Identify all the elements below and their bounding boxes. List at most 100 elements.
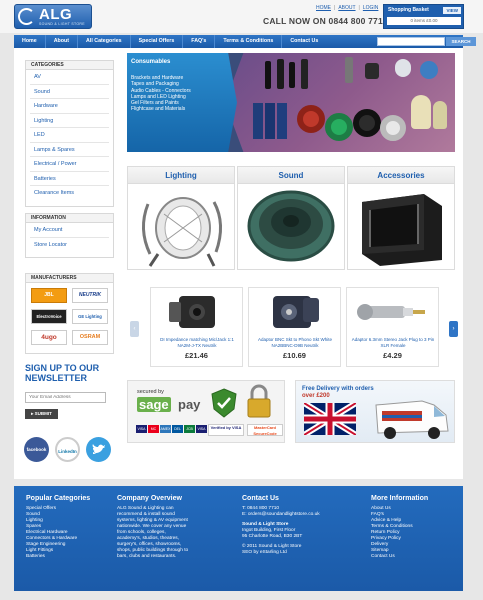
footer-popular-categories: Popular Categories Special Offers Sound … <box>26 495 90 560</box>
manufacturer-neutrik-logo[interactable]: NEUTRIK <box>72 288 108 303</box>
shopping-basket[interactable]: Shopping Basket VIEW 0 items £0.00 <box>383 4 464 29</box>
product-description[interactable]: Adaptor BNC Skt to Phono Skt White NA2BB… <box>251 337 339 348</box>
amex-card-icon: AMEX <box>160 425 171 433</box>
twitter-icon[interactable] <box>86 437 111 462</box>
call-now: CALL NOW ON 0844 800 7710 <box>263 16 388 26</box>
top-link-home[interactable]: HOME <box>316 5 331 11</box>
footer: Popular Categories Special Offers Sound … <box>14 486 463 591</box>
category-box-title: Lighting <box>128 167 234 184</box>
product-price: £21.46 <box>185 351 208 360</box>
category-box-lighting[interactable]: Lighting <box>127 166 235 270</box>
facebook-icon[interactable]: facebook <box>24 437 49 462</box>
visa-electron-icon: VISA <box>196 425 207 433</box>
delivery-van-icon <box>375 400 449 439</box>
speaker-cone-icon <box>247 190 335 262</box>
copyright-line[interactable]: SEO by eStarling Ltd <box>242 550 320 556</box>
footer-link[interactable]: Batteries <box>26 554 90 560</box>
category-box-sound[interactable]: Sound <box>237 166 345 270</box>
sagepay-banner[interactable]: secured by sage pay VISA MC AMEX DEL JCB… <box>127 380 285 443</box>
category-hardware[interactable]: Hardware <box>30 99 109 114</box>
category-lamps-spares[interactable]: Lamps & Spares <box>30 143 109 157</box>
logo[interactable]: ALG SOUND & LIGHT STORE <box>14 4 92 29</box>
free-delivery-banner[interactable]: Free Delivery with orders over £200 <box>295 380 455 443</box>
nav-contact[interactable]: Contact Us <box>282 35 326 48</box>
category-electrical-power[interactable]: Electrical / Power <box>30 157 109 172</box>
hero-banner[interactable]: Consumables Brackets and Hardware Tapes … <box>127 53 455 152</box>
footer-contact: Contact Us T: 0844 800 7710 E: orders@so… <box>242 495 320 556</box>
manufacturer-jbl-logo[interactable]: JBL <box>31 288 67 303</box>
contact-email[interactable]: E: orders@soundandlightstore.co.uk <box>242 512 320 518</box>
mastercard-icon: MC <box>148 425 159 433</box>
category-clearance[interactable]: Clearance Items <box>30 186 109 201</box>
manufacturers-title: MANUFACTURERS <box>26 274 113 283</box>
newsletter-title-line1: SIGN UP TO OUR <box>25 363 100 373</box>
newsletter-email-input[interactable] <box>25 392 106 403</box>
logo-swirl-icon <box>18 8 35 25</box>
hero-item[interactable]: Audio Cables - Connectors <box>131 88 191 94</box>
padlock-icon <box>247 384 271 418</box>
search-input[interactable] <box>377 37 445 46</box>
mastercard-securecode-badge: MasterCard SecureCode <box>247 424 283 436</box>
hero-item[interactable]: Flightcase and Materials <box>131 106 191 112</box>
logo-text: ALG <box>39 6 73 23</box>
nav-about[interactable]: About <box>46 35 79 48</box>
category-box-accessories[interactable]: Accessories <box>347 166 455 270</box>
delta-card-icon: DEL <box>172 425 183 433</box>
twitter-bird-icon <box>92 444 105 454</box>
carousel-prev-button[interactable]: ‹ <box>130 321 139 337</box>
nav-home[interactable]: Home <box>14 35 46 48</box>
bnc-adaptor-icon <box>273 296 319 328</box>
manufacturer-ge-lighting-logo[interactable]: GE Lighting <box>72 309 108 324</box>
union-jack-flag-icon <box>304 403 356 435</box>
nav-all-categories[interactable]: All Categories <box>78 35 131 48</box>
category-lighting[interactable]: Lighting <box>30 114 109 128</box>
footer-heading: Company Overview <box>117 495 182 502</box>
rack-case-icon <box>362 194 442 266</box>
info-store-locator[interactable]: Store Locator <box>30 238 109 253</box>
delivery-line2: over £200 <box>302 393 330 399</box>
jack-xlr-adaptor-icon <box>357 304 425 320</box>
category-sound[interactable]: Sound <box>30 85 109 99</box>
overview-line: bars, clubs and restaurants. <box>117 554 177 559</box>
manufacturer-electrovoice-logo[interactable]: ElectroVoice <box>31 309 67 324</box>
footer-link[interactable]: Contact Us <box>371 554 428 560</box>
info-my-account[interactable]: My Account <box>30 223 109 238</box>
linkedin-icon[interactable]: LinkedIn <box>55 437 80 462</box>
footer-heading: More Information <box>371 495 429 502</box>
product-description[interactable]: Adaptor 6.3mm Stereo Jack Plug to 3 Pin … <box>349 337 437 348</box>
hero-heading[interactable]: Consumables <box>131 59 170 65</box>
separator: | <box>334 5 336 11</box>
footer-heading: Popular Categories <box>26 495 91 502</box>
footer-heading: Contact Us <box>242 495 279 502</box>
logo-tagline: SOUND & LIGHT STORE <box>39 22 85 26</box>
manufacturers-box: MANUFACTURERS JBL NEUTRIK ElectroVoice G… <box>25 273 114 354</box>
categories-title: CATEGORIES <box>26 61 113 70</box>
header: ALG SOUND & LIGHT STORE HOME | ABOUT | L… <box>0 0 483 33</box>
top-link-about[interactable]: ABOUT <box>338 5 355 11</box>
nav-special-offers[interactable]: Special Offers <box>131 35 184 48</box>
search-button[interactable]: SEARCH <box>446 37 476 46</box>
product-description[interactable]: DI Impedance matching Mic/Jack 1:1 NA2M-… <box>153 337 241 348</box>
manufacturer-4ugo-logo[interactable]: 4ugo <box>31 330 67 345</box>
category-av[interactable]: AV <box>30 70 109 85</box>
basket-summary: 0 items £0.00 <box>387 17 461 25</box>
carousel-next-button[interactable]: › <box>449 321 458 337</box>
top-links: HOME | ABOUT | LOGIN <box>316 5 378 11</box>
footer-more-information: More Information About Us FAQ's Advice &… <box>371 495 428 560</box>
jcb-card-icon: JCB <box>184 425 195 433</box>
product-card[interactable]: DI Impedance matching Mic/Jack 1:1 NA2M-… <box>150 287 243 367</box>
category-batteries[interactable]: Batteries <box>30 172 109 186</box>
pay-brand: pay <box>178 397 201 412</box>
top-link-login[interactable]: LOGIN <box>363 5 379 11</box>
category-led[interactable]: LED <box>30 128 109 143</box>
information-box: INFORMATION My Account Store Locator <box>25 213 114 258</box>
hero-list: Brackets and Hardware Tapes and Packagin… <box>131 75 191 113</box>
product-price: £4.29 <box>383 351 402 360</box>
newsletter-submit-button[interactable]: ▸ SUBMIT <box>25 409 58 419</box>
basket-view-button[interactable]: VIEW <box>443 7 461 14</box>
nav-faqs[interactable]: FAQ's <box>183 35 216 48</box>
product-card[interactable]: Adaptor BNC Skt to Phono Skt White NA2BB… <box>248 287 341 367</box>
product-card[interactable]: Adaptor 6.3mm Stereo Jack Plug to 3 Pin … <box>346 287 439 367</box>
manufacturer-osram-logo[interactable]: OSRAM <box>72 330 108 345</box>
nav-terms[interactable]: Terms & Conditions <box>215 35 283 48</box>
